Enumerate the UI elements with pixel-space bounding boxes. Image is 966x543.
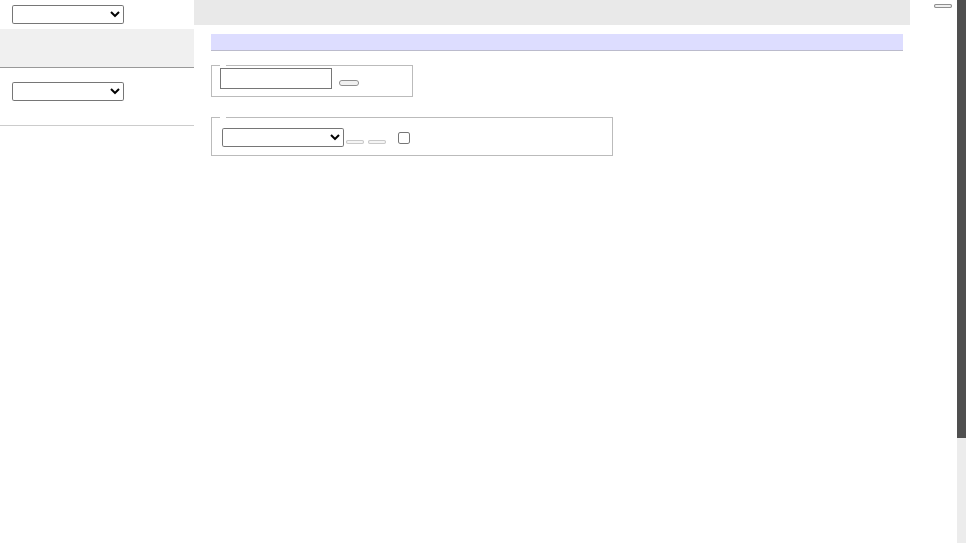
db-select[interactable] [12,82,124,101]
overwrite-checkbox[interactable] [398,132,410,144]
vertical-scrollbar[interactable] [957,0,966,543]
page-title [211,34,903,51]
selected-fieldset [211,117,613,156]
language-select[interactable] [12,5,124,24]
move-db-select[interactable] [222,128,344,147]
db-selector-row [8,82,186,101]
app-header [0,29,194,68]
copy-button[interactable] [368,140,386,144]
sidebar [0,29,194,126]
search-input[interactable] [220,68,332,89]
scrollbar-thumb[interactable] [957,0,966,438]
search-button[interactable] [339,80,359,86]
move-button[interactable] [346,140,364,144]
breadcrumb [194,0,910,25]
search-fieldset [211,65,413,97]
logout-button[interactable] [934,4,952,8]
main-content [211,34,903,169]
language-bar [8,5,124,24]
move-row [220,128,604,147]
sidebar-table-links [0,115,194,126]
